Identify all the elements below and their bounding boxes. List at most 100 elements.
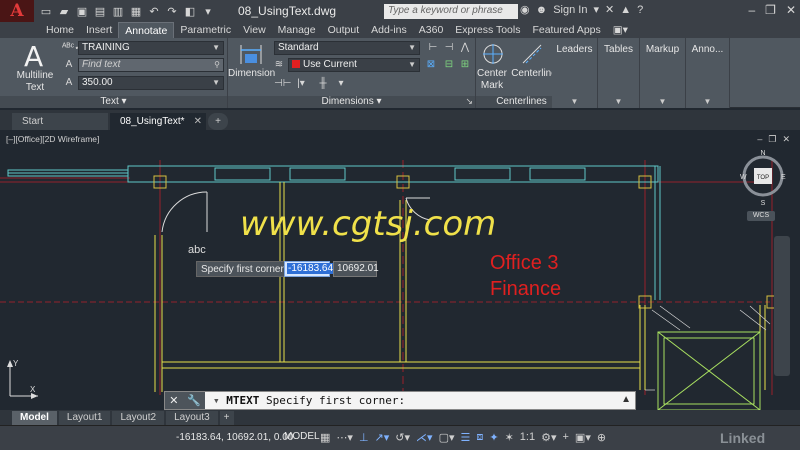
autodesk-icon[interactable]: ▲ (620, 4, 631, 16)
tab-featured-apps[interactable]: Featured Apps (526, 22, 606, 38)
share-icon[interactable]: ◧ (182, 4, 198, 18)
save-as-icon[interactable]: ▤ (92, 4, 108, 18)
undo-icon[interactable]: ↶ (146, 4, 162, 18)
command-history-icon[interactable]: ▲ (621, 394, 631, 405)
close-tab-icon[interactable]: ✕ (194, 113, 202, 130)
spell-check-icon[interactable]: ᴬᴮᶜ✓ (62, 42, 83, 54)
polar-icon[interactable]: ↗▾ (375, 431, 390, 444)
dynamic-input-x[interactable]: -16183.64 (284, 261, 335, 277)
find-binoculars-icon[interactable]: ⚲ (214, 59, 220, 71)
dim-tool-icon-3[interactable]: ⋀ (458, 42, 472, 54)
tab-add-ins[interactable]: Add-ins (365, 22, 413, 38)
dynamic-input-y[interactable]: 10692.01 (333, 261, 379, 277)
tab-home[interactable]: Home (40, 22, 80, 38)
restore-icon[interactable]: ❐ (765, 3, 776, 17)
compass-north[interactable]: N (760, 150, 765, 157)
sign-in-dropdown-icon[interactable]: ▾ (593, 3, 599, 16)
annotation-monitor-icon[interactable]: + (562, 431, 568, 444)
dimension-icon[interactable] (238, 42, 264, 66)
dim-tool-icon-2[interactable]: ⊣ (442, 42, 456, 54)
print-icon[interactable]: ▦ (128, 4, 144, 18)
text-panel-title[interactable]: Text ▾ (0, 96, 227, 108)
lineweight-icon[interactable]: ☰ (460, 431, 470, 444)
workspace-gear-icon[interactable]: ⚙▾ (541, 431, 556, 444)
tab-parametric[interactable]: Parametric (174, 22, 237, 38)
wcs-menu[interactable]: WCS (747, 211, 775, 221)
close-command-line-icon[interactable]: ✕ (169, 394, 178, 407)
compass-south[interactable]: S (761, 200, 766, 207)
qat-dropdown-icon[interactable]: ▾ (200, 4, 216, 18)
centerline-icon[interactable] (520, 42, 544, 66)
dim-quick-icon[interactable]: ⊣⊢ (274, 78, 291, 90)
center-mark-button[interactable]: Center Mark (476, 68, 508, 92)
navigation-bar[interactable] (774, 236, 790, 376)
annotation-scaling-panel[interactable]: Anno... ▼ (686, 38, 730, 108)
search-input[interactable]: Type a keyword or phrase (384, 4, 518, 19)
tab-manage[interactable]: Manage (272, 22, 322, 38)
viewcube[interactable]: TOP N S W E (738, 148, 788, 208)
panel-launcher-icon[interactable]: ↘ (465, 96, 473, 107)
dimension-button[interactable]: Dimension (228, 68, 275, 80)
file-tab-start[interactable]: Start (12, 113, 108, 130)
isometric-icon[interactable]: ↺▾ (395, 431, 410, 444)
tab-view[interactable]: View (237, 22, 272, 38)
find-text-input[interactable]: Find text ⚲ (78, 58, 224, 72)
center-mark-icon[interactable] (481, 42, 505, 66)
command-line[interactable]: ✕ 🔧 ▾ MTEXT Specify first corner: ▲ (164, 391, 636, 410)
layout-tab-model[interactable]: Model (12, 411, 57, 425)
dimension-layer-select[interactable]: Use Current ▼ (288, 58, 420, 72)
dim-adjust-icon[interactable]: ⊞ (458, 59, 472, 71)
tab-insert[interactable]: Insert (80, 22, 118, 38)
tables-panel[interactable]: Tables ▼ (598, 38, 640, 108)
exchange-icon[interactable]: ✕ (605, 3, 614, 16)
layout-tab-layout3[interactable]: Layout3 (166, 411, 218, 425)
new-layout-button[interactable]: + (219, 411, 234, 425)
compass-west[interactable]: W (740, 174, 747, 181)
application-menu-button[interactable]: A (0, 0, 34, 22)
text-height-select[interactable]: 350.00 ▼ (78, 76, 224, 90)
transparency-icon[interactable]: ⧈ (476, 431, 483, 444)
binoculars-icon[interactable]: ◉ (520, 3, 530, 16)
dim-baseline-icon[interactable]: ╫ (316, 78, 330, 90)
coordinate-readout[interactable]: -16183.64, 10692.01, 0.00 (176, 432, 293, 443)
redo-icon[interactable]: ↷ (164, 4, 180, 18)
annotation-scale[interactable]: 1:1 (520, 431, 535, 444)
dim-more-icon[interactable]: ▾ (334, 78, 348, 90)
auto-scale-icon[interactable]: ✶ (505, 431, 514, 444)
dim-continue-icon[interactable]: |▾ (294, 78, 308, 90)
dim-space-icon[interactable]: ⊟ (442, 59, 456, 71)
layout-tab-layout1[interactable]: Layout1 (58, 411, 111, 425)
layout-tab-layout2[interactable]: Layout2 (112, 411, 165, 425)
viewcube-top-face[interactable]: TOP (757, 175, 769, 181)
close-icon[interactable]: ✕ (786, 3, 796, 17)
drawing-canvas[interactable]: [–][Office][2D Wireframe] – ❐ ✕ TOP N S … (0, 130, 800, 410)
model-space-button[interactable]: MODEL (284, 431, 320, 442)
new-tab-button[interactable]: + (208, 113, 228, 130)
osnap-icon[interactable]: ▢▾ (439, 431, 455, 444)
leaders-panel[interactable]: Leaders ▼ (552, 38, 598, 108)
compass-east[interactable]: E (781, 174, 786, 181)
text-style-select[interactable]: TRAINING ▼ (78, 41, 224, 55)
ribbon-options-icon[interactable]: ▣▾ (607, 22, 634, 38)
customize-wrench-icon[interactable]: 🔧 (187, 394, 201, 407)
tab-output[interactable]: Output (322, 22, 366, 38)
annotation-visibility-icon[interactable]: ✦ (489, 431, 498, 444)
file-tab-active[interactable]: 08_UsingText* ✕ (110, 113, 206, 130)
markup-panel[interactable]: Markup ▼ (640, 38, 686, 108)
units-icon[interactable]: ▣▾ (575, 431, 591, 444)
multiline-text-icon[interactable]: A (24, 40, 43, 73)
dim-break-icon[interactable]: ⊠ (424, 59, 438, 71)
recent-commands-icon[interactable]: ▾ (213, 394, 226, 407)
grid-icon[interactable]: ▦ (320, 431, 330, 444)
save-icon[interactable]: ▣ (74, 4, 90, 18)
web-save-icon[interactable]: ▥ (110, 4, 126, 18)
open-folder-icon[interactable]: ▰ (56, 4, 72, 18)
dimensions-panel-title[interactable]: Dimensions ▾ (228, 96, 475, 108)
sign-in-link[interactable]: Sign In (553, 4, 587, 16)
tab-a360[interactable]: A360 (413, 22, 450, 38)
new-file-icon[interactable]: ▭ (38, 4, 54, 18)
tab-express-tools[interactable]: Express Tools (449, 22, 526, 38)
dimension-style-select[interactable]: Standard ▼ (274, 41, 420, 55)
snap-icon[interactable]: ⋯▾ (336, 431, 353, 444)
tab-annotate[interactable]: Annotate (118, 22, 175, 38)
